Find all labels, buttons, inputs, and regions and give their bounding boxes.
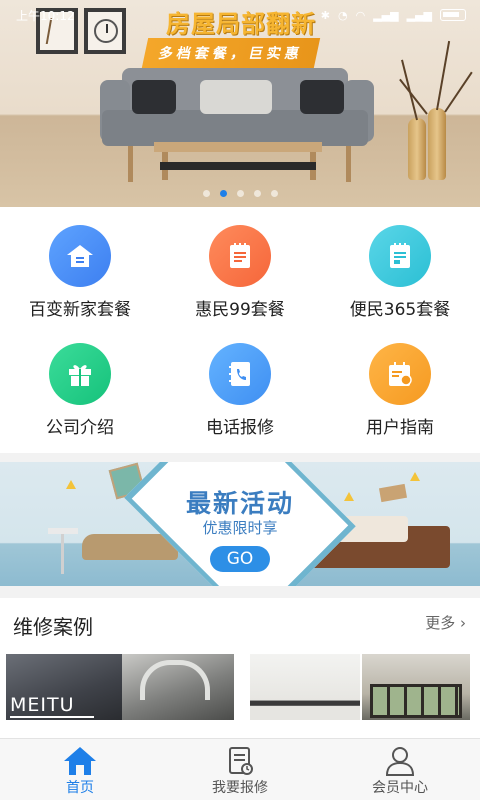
hero-subtitle: 多档套餐，巨实惠 xyxy=(141,38,321,68)
promo-banner[interactable]: 最新活动 优惠限时享 GO xyxy=(0,462,480,586)
hero-banner[interactable]: 上午10:12 ✱ ◔ ◠ ▂▄▆ ▂▄▆ 房屋局部翻新 多档套餐，巨实惠 xyxy=(0,0,480,207)
carousel-dot[interactable] xyxy=(236,190,244,197)
menu-item-huimin-99[interactable]: 惠民99套餐 xyxy=(160,207,320,325)
clipboard-icon xyxy=(369,225,431,287)
tab-home[interactable]: 首页 xyxy=(0,739,160,800)
menu-item-user-guide[interactable]: 用户指南 xyxy=(320,325,480,443)
menu-item-company-intro[interactable]: 公司介绍 xyxy=(0,325,160,443)
tab-label: 首页 xyxy=(66,780,94,796)
menu-label: 百变新家套餐 xyxy=(29,300,131,320)
repair-form-icon xyxy=(229,747,253,775)
sofa-seat xyxy=(102,110,368,146)
tab-label: 会员中心 xyxy=(372,780,428,796)
tab-member-center[interactable]: 会员中心 xyxy=(320,739,480,800)
carousel-dot-active[interactable] xyxy=(219,190,227,197)
vase xyxy=(408,118,426,180)
sparkle-icon xyxy=(410,472,420,481)
wifi-icon: ◠ xyxy=(355,8,366,22)
menu-label: 惠民99套餐 xyxy=(195,300,285,320)
chevron-right-icon: › xyxy=(460,614,466,632)
menu-label: 用户指南 xyxy=(366,418,434,438)
more-link[interactable]: 更多 › xyxy=(425,612,466,633)
promo-subtitle: 优惠限时享 xyxy=(202,519,278,537)
case-image[interactable] xyxy=(362,654,470,720)
repair-cases-section: 维修案例 更多 › MEITU xyxy=(0,598,480,738)
menu-item-phone-repair[interactable]: 电话报修 xyxy=(160,325,320,443)
side-table-leg xyxy=(61,534,64,574)
faucet-shape xyxy=(140,660,210,700)
tab-label: 我要报修 xyxy=(212,780,268,796)
menu-item-new-home-package[interactable]: 百变新家套餐 xyxy=(0,207,160,325)
pillow xyxy=(132,80,176,114)
phonebook-icon xyxy=(209,343,271,405)
case-image[interactable]: MEITU xyxy=(6,654,122,720)
signal-icon-2: ▂▄▆ xyxy=(406,8,432,22)
promo-go-button[interactable]: GO xyxy=(210,546,270,572)
promo-title: 最新活动 xyxy=(185,489,294,518)
menu-label: 便民365套餐 xyxy=(349,300,451,320)
receipt-icon xyxy=(209,225,271,287)
case-image[interactable] xyxy=(250,654,360,720)
carousel-dot[interactable] xyxy=(253,190,261,197)
coffee-table xyxy=(154,142,322,152)
menu-label: 电话报修 xyxy=(206,418,274,438)
menu-label: 公司介绍 xyxy=(46,418,114,438)
carousel-dots[interactable] xyxy=(0,190,480,197)
pillow xyxy=(300,80,344,114)
sofa-leg xyxy=(346,144,351,182)
watermark-text: MEITU xyxy=(10,694,75,716)
case-image[interactable] xyxy=(122,654,234,720)
menu-item-bianmin-365[interactable]: 便民365套餐 xyxy=(320,207,480,325)
service-menu: 百变新家套餐 惠民99套餐 便民365套餐 公司介绍 电话报修 用户指南 xyxy=(0,207,480,453)
more-label: 更多 xyxy=(425,614,456,632)
pillow xyxy=(200,80,272,114)
home-icon xyxy=(64,747,96,775)
tab-repair-request[interactable]: 我要报修 xyxy=(160,739,320,800)
sofa-leg xyxy=(128,144,133,182)
gift-icon xyxy=(49,343,111,405)
section-title: 维修案例 xyxy=(13,615,93,639)
alarm-icon: ◔ xyxy=(338,8,348,22)
branch xyxy=(444,71,473,113)
bluetooth-icon: ✱ xyxy=(320,8,330,22)
carousel-dot[interactable] xyxy=(270,190,278,197)
vase xyxy=(428,108,446,180)
user-icon xyxy=(385,747,415,776)
calendar-icon xyxy=(369,343,431,405)
signal-icon: ▂▄▆ xyxy=(373,8,399,22)
house-icon xyxy=(49,225,111,287)
coffee-table-shelf xyxy=(160,162,316,170)
bottom-tab-bar: 首页 我要报修 会员中心 xyxy=(0,738,480,800)
battery-icon xyxy=(440,9,466,21)
status-time: 上午10:12 xyxy=(16,8,75,23)
carousel-dot[interactable] xyxy=(202,190,210,197)
status-bar: 上午10:12 ✱ ◔ ◠ ▂▄▆ ▂▄▆ xyxy=(0,0,480,30)
watermark-underline xyxy=(10,716,94,718)
status-icons: ✱ ◔ ◠ ▂▄▆ ▂▄▆ xyxy=(321,9,466,22)
window-bars xyxy=(370,684,462,718)
branch xyxy=(436,40,451,111)
